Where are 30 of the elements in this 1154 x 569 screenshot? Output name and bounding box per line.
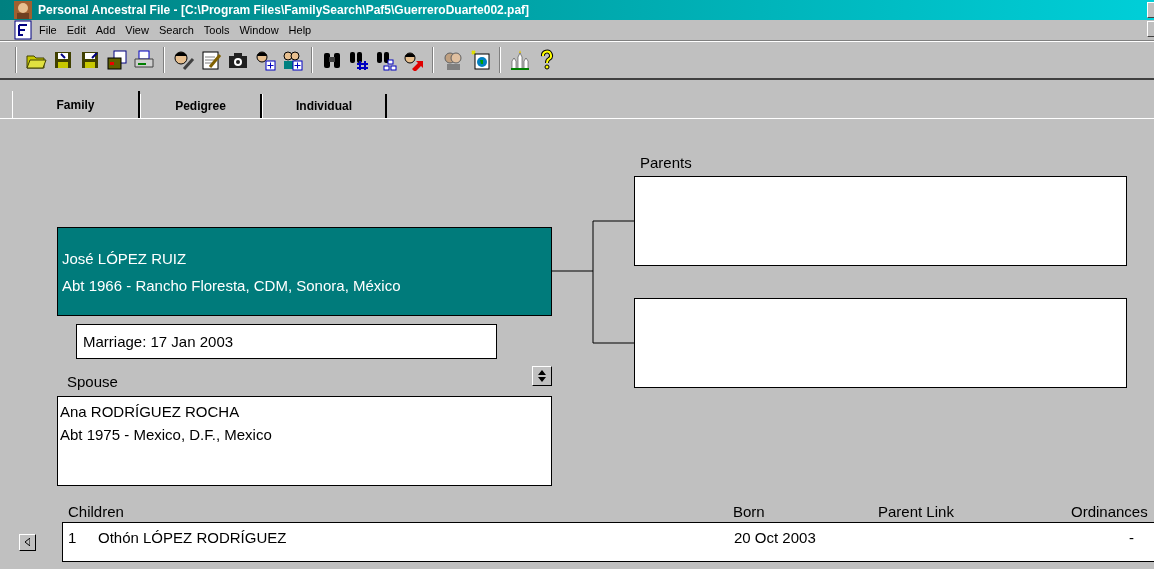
spouse-label: Spouse <box>67 373 118 390</box>
tab[interactable]: Family <box>12 91 140 118</box>
menu-item[interactable]: View <box>120 24 154 36</box>
menu-item[interactable]: Add <box>90 24 121 36</box>
tab[interactable]: Individual <box>262 94 387 118</box>
child-row[interactable]: 1 Othón LÓPEZ RODRÍGUEZ 20 Oct 2003 - <box>62 522 1154 562</box>
child-born: 20 Oct 2003 <box>734 529 817 546</box>
spouse-card[interactable]: Ana RODRÍGUEZ ROCHA Abt 1975 - Mexico, D.F., Mexico <box>57 396 552 486</box>
column-header: Parent Link <box>878 502 955 520</box>
child-number: 1 <box>68 529 78 546</box>
child-ordinances: - <box>1129 529 1135 546</box>
menu-item[interactable]: Edit <box>61 24 91 36</box>
window-title: Personal Ancestral File - [C:\Program Files\FamilySearch\Paf5\GuerreroDuarte002.paf] <box>38 3 531 17</box>
person-detail: Abt 1975 - Mexico, D.F., Mexico <box>60 426 273 443</box>
child-name: Othón LÓPEZ RODRÍGUEZ <box>98 529 288 546</box>
tab[interactable]: Pedigree <box>140 94 262 118</box>
parents-label: Parents <box>639 154 693 173</box>
person-name: José LÓPEZ RUIZ <box>62 249 188 267</box>
menu-item[interactable]: Search <box>153 24 199 36</box>
marriage-field[interactable]: Marriage: 17 Jan 2003 <box>76 324 497 359</box>
person-detail: Abt 1966 - Rancho Floresta, CDM, Sonora, México <box>62 276 402 294</box>
menu-item[interactable]: File <box>34 24 62 36</box>
column-header: Born <box>733 502 766 520</box>
column-header: Children <box>67 502 125 520</box>
menu-item[interactable]: Window <box>234 24 284 36</box>
menu-item[interactable]: Help <box>283 24 317 36</box>
menu-item[interactable]: Tools <box>198 24 235 36</box>
person-name: Ana RODRÍGUEZ ROCHA <box>60 403 241 420</box>
column-header: Ordinances <box>1071 502 1149 520</box>
individual-card[interactable]: José LÓPEZ RUIZ Abt 1966 - Rancho Floresta, CDM, Sonora, México <box>57 227 552 316</box>
